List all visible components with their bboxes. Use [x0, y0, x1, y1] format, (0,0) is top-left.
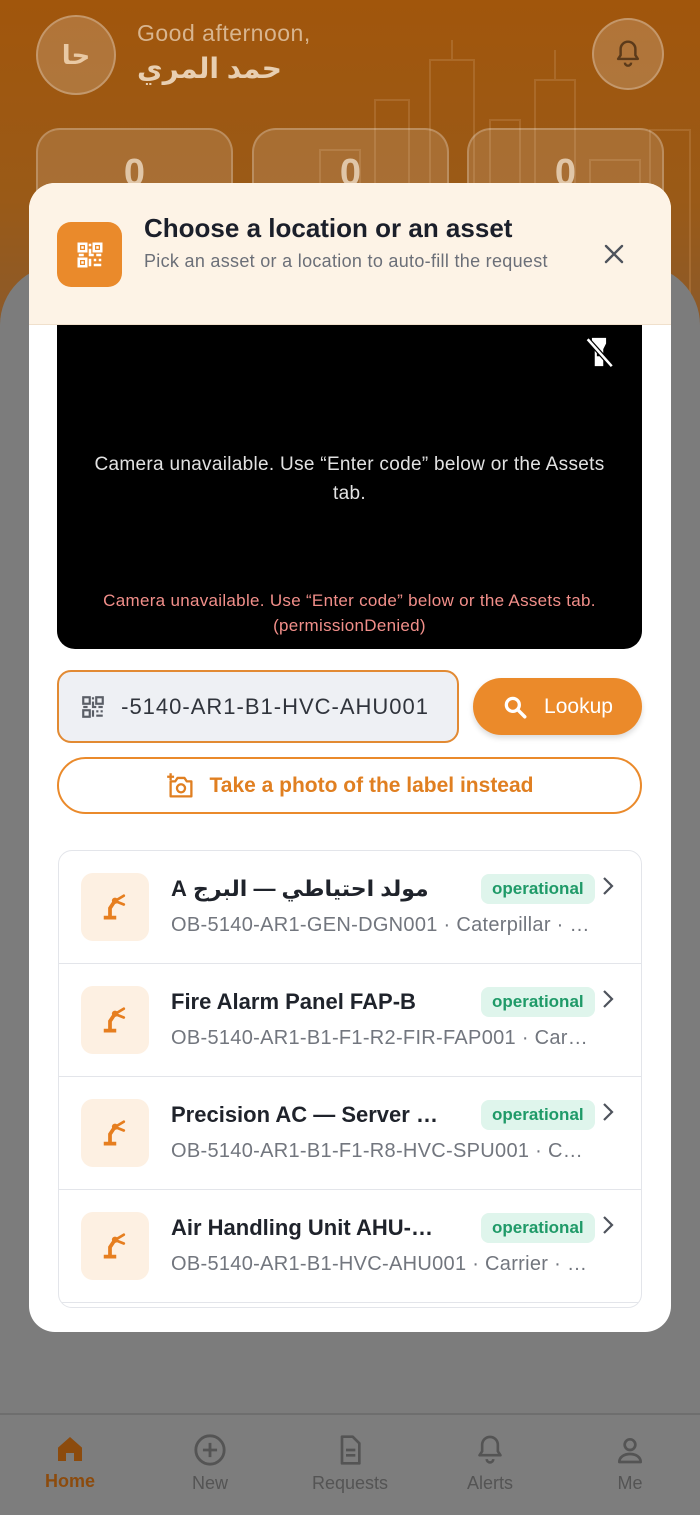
nav-new[interactable]: New	[140, 1415, 280, 1515]
flash-off-icon[interactable]	[582, 335, 616, 369]
asset-name: Precision AC — Server …	[171, 1102, 438, 1127]
asset-code-input[interactable]	[120, 672, 457, 741]
nav-label: Alerts	[466, 1473, 513, 1493]
take-photo-label: Take a photo of the label instead	[209, 773, 534, 797]
lookup-label: Lookup	[544, 694, 613, 718]
asset-row[interactable]: Air Handling Unit AHU-… operational OB-5…	[59, 1190, 641, 1303]
dialog-subtitle: Pick an asset or a location to auto-fill…	[144, 251, 548, 271]
bell-icon	[616, 40, 640, 67]
asset-row[interactable]: مولد احتياطي — البرج A operational OB-51…	[59, 851, 641, 964]
notifications-button[interactable]	[592, 18, 664, 90]
avatar[interactable]: حا	[36, 15, 116, 95]
asset-meta: OB-5140-AR1-GEN-DGN001 · Caterpillar · …	[171, 914, 590, 936]
asset-meta: OB-5140-AR1-B1-F1-R8-HVC-SPU001 · C…	[171, 1140, 584, 1162]
asset-meta: OB-5140-AR1-B1-HVC-AHU001 · Carrier · …	[171, 1253, 588, 1275]
status-badge: operational	[481, 987, 595, 1017]
nav-me[interactable]: Me	[560, 1415, 700, 1515]
asset-list: مولد احتياطي — البرج A operational OB-51…	[58, 850, 642, 1308]
nav-requests[interactable]: Requests	[280, 1415, 420, 1515]
asset-type-icon-badge	[81, 986, 149, 1054]
camera-unavailable-message: Camera unavailable. Use “Enter code” bel…	[94, 454, 605, 504]
plus-circle-icon	[194, 1434, 226, 1466]
chevron-right-icon	[603, 990, 614, 1008]
search-icon	[504, 696, 527, 718]
camera-add-icon	[166, 772, 193, 798]
robotic-arm-icon	[103, 1233, 126, 1259]
code-input-field	[57, 670, 459, 743]
asset-name: Air Handling Unit AHU-…	[171, 1215, 433, 1240]
dialog-icon-badge	[57, 222, 122, 287]
user-name: حمد المري	[137, 53, 282, 84]
user-icon	[618, 1438, 642, 1464]
status-badge: operational	[481, 874, 595, 904]
nav-alerts[interactable]: Alerts	[420, 1415, 560, 1515]
nav-home[interactable]: Home	[0, 1415, 140, 1515]
robotic-arm-icon	[103, 894, 126, 920]
chevron-right-icon	[603, 877, 614, 895]
nav-label: New	[191, 1473, 228, 1493]
robotic-arm-icon	[103, 1120, 126, 1146]
status-badge: operational	[481, 1100, 595, 1130]
avatar-initials: حا	[61, 39, 91, 70]
dialog-title: Choose a location or an asset	[144, 213, 513, 243]
greeting-text: Good afternoon,	[137, 20, 311, 46]
nav-label: Requests	[311, 1473, 389, 1493]
asset-row[interactable]: Fire Alarm Panel FAP-B operational OB-51…	[59, 964, 641, 1077]
asset-type-icon-badge	[81, 1212, 149, 1280]
location-asset-picker-dialog: Choose a location or an asset Pick an as…	[29, 183, 671, 1332]
lookup-button[interactable]: Lookup	[473, 678, 642, 735]
nav-label: Home	[44, 1471, 95, 1491]
asset-meta: OB-5140-AR1-B1-F1-R2-FIR-FAP001 · Car…	[171, 1027, 589, 1049]
bell-icon	[478, 1435, 502, 1464]
robotic-arm-icon	[103, 1007, 126, 1033]
chevron-right-icon	[603, 1216, 614, 1234]
asset-name: مولد احتياطي — البرج A	[171, 876, 429, 901]
camera-preview: Camera unavailable. Use “Enter code” bel…	[57, 325, 642, 649]
camera-error-message: Camera unavailable. Use “Enter code” bel…	[103, 591, 596, 635]
chevron-right-icon	[603, 1103, 614, 1121]
document-icon	[340, 1435, 361, 1465]
status-badge: operational	[481, 1213, 595, 1243]
qr-code-icon	[82, 695, 104, 718]
close-icon	[604, 244, 624, 264]
qr-code-icon	[77, 242, 102, 267]
take-photo-button[interactable]: Take a photo of the label instead	[57, 757, 642, 814]
asset-name: Fire Alarm Panel FAP-B	[171, 989, 416, 1014]
asset-row[interactable]: Precision AC — Server … operational OB-5…	[59, 1077, 641, 1190]
nav-label: Me	[617, 1473, 643, 1493]
dialog-header: Choose a location or an asset Pick an as…	[29, 183, 671, 325]
asset-type-icon-badge	[81, 1099, 149, 1167]
bottom-navigation: Home New Requests Alerts Me	[0, 1413, 700, 1515]
close-button[interactable]	[595, 235, 633, 273]
home-icon	[58, 1437, 82, 1461]
asset-type-icon-badge	[81, 873, 149, 941]
